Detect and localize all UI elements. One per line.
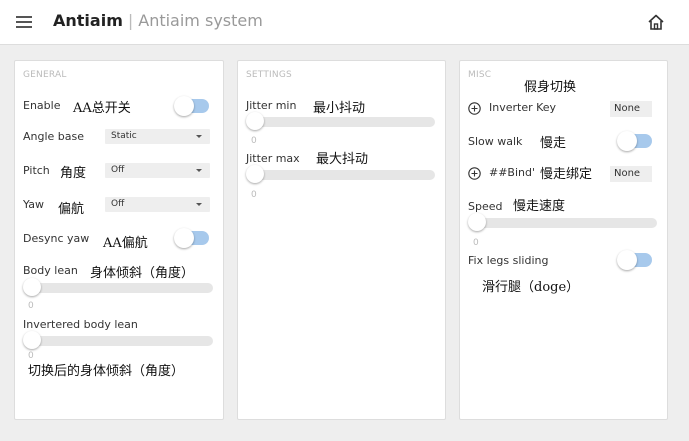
jitter-min-label: Jitter min: [246, 99, 297, 112]
slider-thumb[interactable]: [468, 213, 486, 231]
plus-circle-icon[interactable]: [468, 102, 481, 115]
chevron-down-icon: [196, 203, 202, 206]
speed-note: 慢走速度: [513, 199, 566, 214]
slow-walk-label: Slow walk: [468, 135, 523, 148]
yaw-label: Yaw: [23, 198, 44, 211]
body-lean-slider[interactable]: [23, 278, 213, 296]
jitter-max-value: 0: [251, 190, 257, 200]
plus-circle-icon[interactable]: [468, 167, 481, 180]
speed-slider[interactable]: [468, 213, 657, 231]
title-separator: |: [127, 11, 134, 30]
enable-label: Enable: [23, 99, 61, 112]
body-lean-label: Body lean: [23, 264, 78, 277]
jitter-min-value: 0: [251, 136, 257, 146]
jitter-min-slider[interactable]: [246, 112, 435, 130]
jitter-max-note: 最大抖动: [316, 152, 369, 167]
page-title: Antiaim | Antiaim system: [53, 11, 263, 30]
settings-panel-title: SETTINGS: [246, 70, 292, 80]
enable-note: AA总开关: [73, 101, 131, 116]
general-panel-title: GENERAL: [23, 70, 67, 80]
slider-thumb[interactable]: [23, 278, 41, 296]
desync-yaw-note: AA偏航: [103, 236, 148, 251]
inverter-key-label: Inverter Key: [489, 101, 557, 114]
slow-walk-note: 慢走: [540, 136, 567, 151]
toggle-knob: [174, 96, 194, 116]
angle-base-value: Static: [111, 131, 137, 141]
fix-legs-toggle[interactable]: [617, 250, 652, 270]
enable-toggle[interactable]: [174, 96, 209, 116]
speed-label: Speed: [468, 200, 503, 213]
angle-base-select[interactable]: Static: [105, 129, 210, 144]
misc-panel-title: MISC: [468, 70, 492, 80]
fix-legs-label: Fix legs sliding: [468, 254, 549, 267]
fix-legs-note: 滑行腿（doge）: [482, 280, 580, 295]
misc-panel: MISC 假身切换 Inverter Key None Slow walk 慢走…: [459, 60, 668, 420]
bind-note: 慢走绑定: [540, 167, 593, 182]
misc-top-note: 假身切换: [524, 80, 577, 95]
toggle-knob: [617, 131, 637, 151]
jitter-max-slider[interactable]: [246, 165, 435, 183]
chevron-down-icon: [196, 169, 202, 172]
general-panel: GENERAL Enable AA总开关 Angle base Static P…: [14, 60, 224, 420]
hamburger-icon[interactable]: [16, 16, 32, 28]
slider-thumb[interactable]: [246, 112, 264, 130]
desync-yaw-label: Desync yaw: [23, 232, 90, 245]
pitch-value: Off: [111, 165, 125, 175]
bind-key-button[interactable]: None: [610, 166, 652, 182]
body-lean-note: 身体倾斜（角度）: [90, 266, 195, 281]
pitch-label: Pitch: [23, 164, 50, 177]
bind-label: ##Bind': [489, 166, 536, 179]
bind-key-value: None: [614, 168, 641, 179]
app-subtitle: Antiaim system: [138, 11, 263, 30]
yaw-value: Off: [111, 199, 125, 209]
slider-thumb[interactable]: [23, 331, 41, 349]
inverted-body-lean-label: Invertered body lean: [23, 318, 138, 331]
chevron-down-icon: [196, 135, 202, 138]
desync-yaw-toggle[interactable]: [174, 228, 209, 248]
jitter-min-note: 最小抖动: [313, 101, 366, 116]
inverter-key-button[interactable]: None: [610, 101, 652, 117]
angle-base-label: Angle base: [23, 130, 85, 143]
inverted-body-lean-note: 切换后的身体倾斜（角度）: [28, 364, 185, 379]
speed-value: 0: [473, 238, 479, 248]
inverter-key-value: None: [614, 103, 641, 114]
toggle-knob: [174, 228, 194, 248]
settings-panel: SETTINGS Jitter min 最小抖动 0 Jitter max 最大…: [237, 60, 446, 420]
yaw-note: 偏航: [58, 202, 85, 217]
slow-walk-toggle[interactable]: [617, 131, 652, 151]
toggle-knob: [617, 250, 637, 270]
yaw-select[interactable]: Off: [105, 197, 210, 212]
pitch-select[interactable]: Off: [105, 163, 210, 178]
home-icon[interactable]: [647, 13, 665, 31]
pitch-note: 角度: [60, 166, 87, 181]
app-name: Antiaim: [53, 11, 123, 30]
jitter-max-label: Jitter max: [246, 152, 300, 165]
body-lean-value: 0: [28, 301, 34, 311]
inverted-body-lean-slider[interactable]: [23, 331, 213, 349]
slider-thumb[interactable]: [246, 165, 264, 183]
top-bar: Antiaim | Antiaim system: [0, 0, 689, 45]
